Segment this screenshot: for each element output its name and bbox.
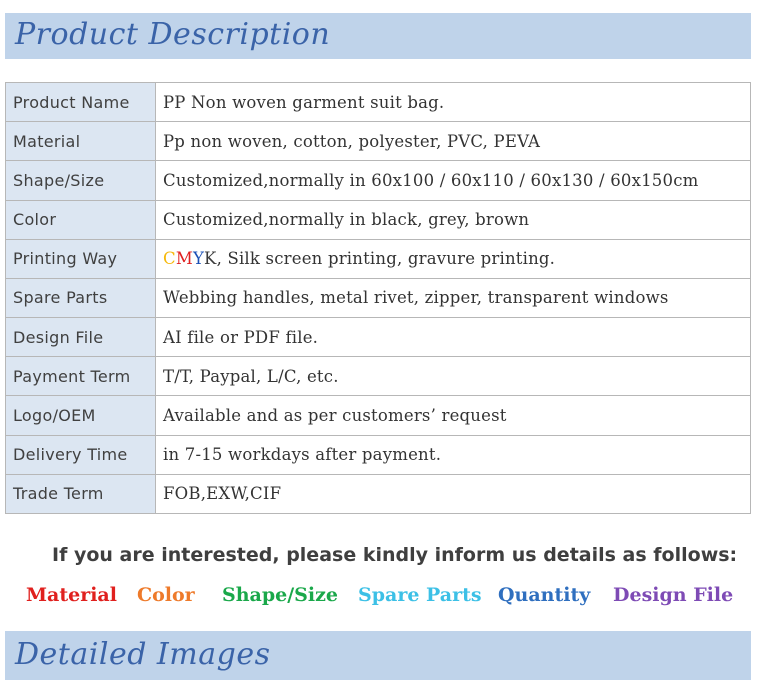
cmyk-m: M <box>175 249 193 269</box>
inquiry-note: If you are interested, please kindly inf… <box>52 544 738 566</box>
inquiry-item-design-file: Design File <box>613 584 734 606</box>
spec-value: Webbing handles, metal rivet, zipper, tr… <box>155 277 751 319</box>
spec-value: AI file or PDF file. <box>155 317 751 358</box>
cmyk-c: C <box>163 249 176 269</box>
table-row: Payment Term T/T, Paypal, L/C, etc. <box>5 356 751 397</box>
table-row: Color Customized,normally in black, grey… <box>5 199 751 240</box>
spec-key: Product Name <box>5 81 156 123</box>
inquiry-item-shape-size: Shape/Size <box>222 584 338 606</box>
spec-value: Customized,normally in black, grey, brow… <box>155 199 751 240</box>
spec-key: Logo/OEM <box>5 395 156 436</box>
spec-value: PP Non woven garment suit bag. <box>155 81 751 123</box>
table-row: Trade Term FOB,EXW,CIF <box>5 473 751 515</box>
printing-rest: , Silk screen printing, gravure printing… <box>216 249 556 269</box>
spec-value: Customized,normally in 60x100 / 60x110 /… <box>155 160 751 201</box>
cmyk-k: K <box>204 249 217 269</box>
inquiry-item-material: Material <box>26 584 117 606</box>
spec-value: T/T, Paypal, L/C, etc. <box>155 356 751 397</box>
spec-key: Color <box>5 199 156 240</box>
spec-key: Delivery Time <box>5 434 156 475</box>
spec-key: Printing Way <box>5 238 156 279</box>
spec-key: Material <box>5 121 156 162</box>
table-row: Delivery Time in 7-15 workdays after pay… <box>5 434 751 475</box>
table-row: Printing Way CMYK, Silk screen printing,… <box>5 238 751 279</box>
table-row: Product Name PP Non woven garment suit b… <box>5 81 751 123</box>
table-row: Material Pp non woven, cotton, polyester… <box>5 121 751 162</box>
spec-key: Spare Parts <box>5 277 156 319</box>
section-title: Product Description <box>15 17 331 52</box>
spec-value: Available and as per customers’ request <box>155 395 751 436</box>
spec-value: FOB,EXW,CIF <box>155 473 751 515</box>
spec-value: Pp non woven, cotton, polyester, PVC, PE… <box>155 121 751 162</box>
spec-value-printing: CMYK, Silk screen printing, gravure prin… <box>155 238 751 279</box>
spec-table: Product Name PP Non woven garment suit b… <box>5 81 751 515</box>
detailed-images-banner: Detailed Images <box>5 631 751 680</box>
spec-key: Shape/Size <box>5 160 156 201</box>
inquiry-item-quantity: Quantity <box>498 584 591 606</box>
spec-key: Payment Term <box>5 356 156 397</box>
table-row: Logo/OEM Available and as per customers’… <box>5 395 751 436</box>
table-row: Spare Parts Webbing handles, metal rivet… <box>5 277 751 319</box>
inquiry-item-color: Color <box>137 584 195 606</box>
table-row: Design File AI file or PDF file. <box>5 317 751 358</box>
table-row: Shape/Size Customized,normally in 60x100… <box>5 160 751 201</box>
spec-key: Design File <box>5 317 156 358</box>
section-title: Detailed Images <box>15 637 271 672</box>
inquiry-item-spare-parts: Spare Parts <box>358 584 482 606</box>
product-description-banner: Product Description <box>5 13 751 59</box>
spec-key: Trade Term <box>5 473 156 515</box>
spec-value: in 7-15 workdays after payment. <box>155 434 751 475</box>
cmyk-y: Y <box>192 249 205 269</box>
